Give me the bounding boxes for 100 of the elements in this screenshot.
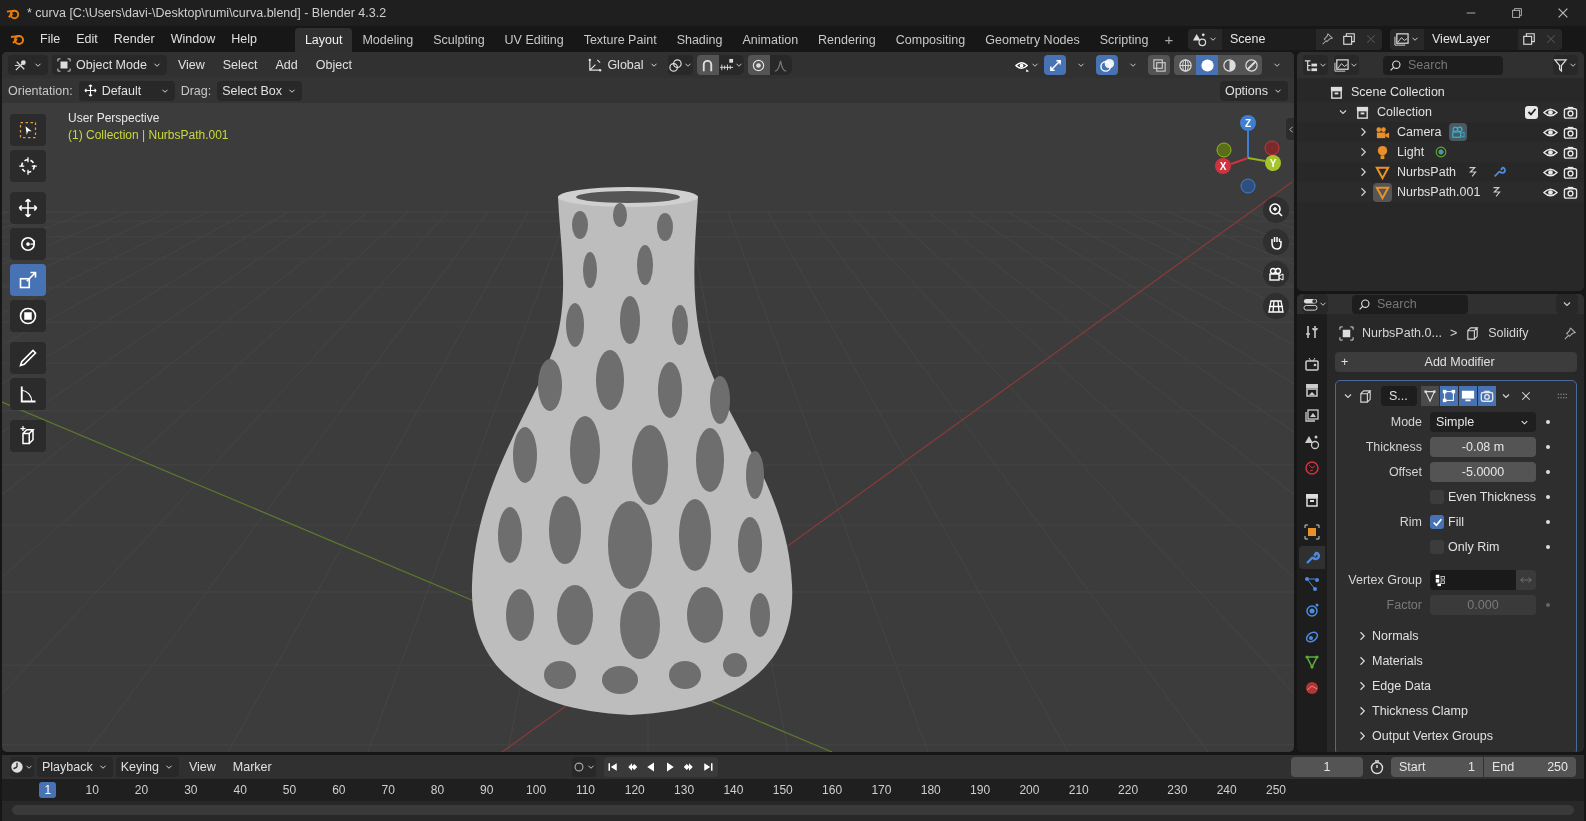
- proportional-editing-icon[interactable]: [751, 57, 766, 73]
- record-icon[interactable]: [571, 760, 586, 774]
- view-layer-field[interactable]: ViewLayer: [1424, 28, 1518, 50]
- target-icon[interactable]: [1434, 145, 1449, 159]
- menu-item[interactable]: Object: [308, 56, 359, 74]
- transform-tool[interactable]: [10, 300, 46, 332]
- search-field[interactable]: Search: [1377, 297, 1457, 311]
- orientation-dropdown[interactable]: Default: [78, 80, 175, 101]
- stopwatch-icon[interactable]: [1369, 759, 1385, 775]
- menu-item[interactable]: Playback: [37, 757, 113, 777]
- keyframe-dot[interactable]: [1546, 603, 1550, 607]
- current-frame-marker[interactable]: 1: [39, 782, 57, 798]
- workspace-tab[interactable]: UV Editing: [494, 28, 574, 52]
- vertex-group-field[interactable]: [1430, 570, 1516, 590]
- menu-item[interactable]: View: [181, 758, 223, 776]
- subpanel-header[interactable]: Normals: [1356, 626, 1570, 646]
- add-modifier-button[interactable]: + Add Modifier: [1335, 352, 1577, 372]
- snap-increment-icon[interactable]: [718, 57, 734, 73]
- drag-dropdown[interactable]: Select Box: [217, 80, 302, 101]
- end-frame-field[interactable]: End 250: [1484, 757, 1576, 777]
- workspace-tab[interactable]: Rendering: [808, 28, 886, 52]
- subpanel-header[interactable]: Output Vertex Groups: [1356, 726, 1570, 746]
- keyframe-dot[interactable]: [1546, 420, 1550, 424]
- filter-icon[interactable]: [1553, 57, 1568, 73]
- view-layer-icon[interactable]: [1394, 31, 1409, 47]
- number-field[interactable]: -0.08 m: [1430, 437, 1536, 457]
- ruler-tool[interactable]: [10, 378, 46, 410]
- editor-type-button[interactable]: [8, 55, 48, 75]
- subpanel-header[interactable]: Edge Data: [1356, 676, 1570, 696]
- magnet-icon[interactable]: [700, 57, 715, 73]
- workspace-tab[interactable]: Shading: [666, 28, 733, 52]
- outliner-item[interactable]: Light: [1397, 145, 1425, 159]
- checkbox-label[interactable]: Only Rim: [1448, 540, 1500, 554]
- pin-icon[interactable]: [1320, 32, 1334, 46]
- mode-dropdown[interactable]: Simple: [1430, 412, 1536, 432]
- grid-button[interactable]: [1263, 293, 1289, 319]
- keyframe-dot[interactable]: [1546, 545, 1550, 549]
- menu-item[interactable]: Select: [215, 56, 265, 74]
- camera-icon[interactable]: [1563, 184, 1578, 200]
- camera-icon[interactable]: [1563, 164, 1578, 180]
- jump-end-icon[interactable]: [702, 761, 715, 773]
- overlays-icon[interactable]: [1099, 57, 1115, 73]
- scene-field[interactable]: Scene: [1222, 28, 1316, 50]
- workspace-tab[interactable]: Texture Paint: [573, 28, 667, 52]
- pin-icon[interactable]: [1562, 325, 1577, 341]
- start-frame-field[interactable]: Start 1: [1391, 757, 1483, 777]
- add-cube-tool[interactable]: [10, 420, 46, 452]
- camera-icon[interactable]: [1563, 144, 1578, 160]
- outliner-item[interactable]: Camera: [1397, 125, 1442, 139]
- options-dropdown[interactable]: Options: [1219, 80, 1288, 101]
- keyframe-dot[interactable]: [1546, 445, 1550, 449]
- checkbox-label[interactable]: Even Thickness: [1448, 490, 1536, 504]
- checkbox[interactable]: [1430, 515, 1444, 529]
- outliner-item[interactable]: NurbsPath.001: [1397, 185, 1481, 199]
- menu-item[interactable]: Edit: [68, 29, 106, 49]
- name-field[interactable]: S...: [1381, 386, 1417, 406]
- workspace-tab[interactable]: Sculpting: [423, 28, 495, 52]
- invert-toggle[interactable]: [1516, 570, 1536, 590]
- menu-item[interactable]: Marker: [225, 758, 279, 776]
- monitor-toggle[interactable]: [1459, 386, 1477, 406]
- sidebar-toggle[interactable]: [1286, 118, 1294, 140]
- pivot-icon[interactable]: [667, 57, 683, 73]
- workspace-tab[interactable]: Geometry Nodes: [975, 28, 1090, 52]
- outliner-item[interactable]: NurbsPath: [1397, 165, 1457, 179]
- workspace-tab[interactable]: Layout: [294, 28, 353, 52]
- subpanel-header[interactable]: Materials: [1356, 651, 1570, 671]
- workspace-tab[interactable]: Modeling: [352, 28, 424, 52]
- keyframe-dot[interactable]: [1546, 470, 1550, 474]
- outliner-icon[interactable]: [1303, 57, 1318, 73]
- checkbox-label[interactable]: Fill: [1448, 515, 1464, 529]
- cursor-tool[interactable]: [10, 150, 46, 182]
- camera-icon[interactable]: [1563, 124, 1578, 140]
- subpanel-header[interactable]: Thickness Clamp: [1356, 701, 1570, 721]
- workspace-tab[interactable]: Animation: [732, 28, 809, 52]
- display-mode-icon[interactable]: [1334, 57, 1349, 73]
- rendered-shading-icon[interactable]: [1243, 57, 1259, 73]
- camera-icon[interactable]: [1563, 104, 1578, 120]
- wrench-icon[interactable]: [1492, 165, 1507, 179]
- duplicate-icon[interactable]: [1522, 32, 1536, 46]
- wrench-tab[interactable]: [1299, 546, 1325, 569]
- hand-button[interactable]: [1263, 229, 1289, 255]
- toggles-icon[interactable]: [1303, 296, 1318, 312]
- search-box[interactable]: Search: [1383, 55, 1503, 75]
- zoom-button[interactable]: [1263, 197, 1289, 223]
- menu-item[interactable]: View: [170, 56, 212, 74]
- select-box-tool[interactable]: [10, 114, 46, 146]
- number-field[interactable]: -5.0000: [1430, 462, 1536, 482]
- transform-orientation-dropdown[interactable]: Global: [582, 55, 664, 75]
- rotate-tool[interactable]: [10, 228, 46, 260]
- gizmo-icon[interactable]: [1047, 57, 1063, 73]
- mode-dropdown[interactable]: Object Mode: [52, 55, 167, 75]
- solid-shading-icon[interactable]: [1199, 57, 1215, 73]
- jump-start-icon[interactable]: [607, 761, 620, 773]
- previous-keyframe-icon[interactable]: [626, 761, 639, 773]
- outliner-item[interactable]: Scene Collection: [1351, 85, 1445, 99]
- scene-icon[interactable]: [1192, 31, 1207, 47]
- workspace-tab[interactable]: Scripting: [1089, 28, 1159, 52]
- scale-tool[interactable]: [10, 264, 46, 296]
- menu-item[interactable]: Add: [268, 56, 305, 74]
- camera-toggle[interactable]: [1478, 386, 1496, 406]
